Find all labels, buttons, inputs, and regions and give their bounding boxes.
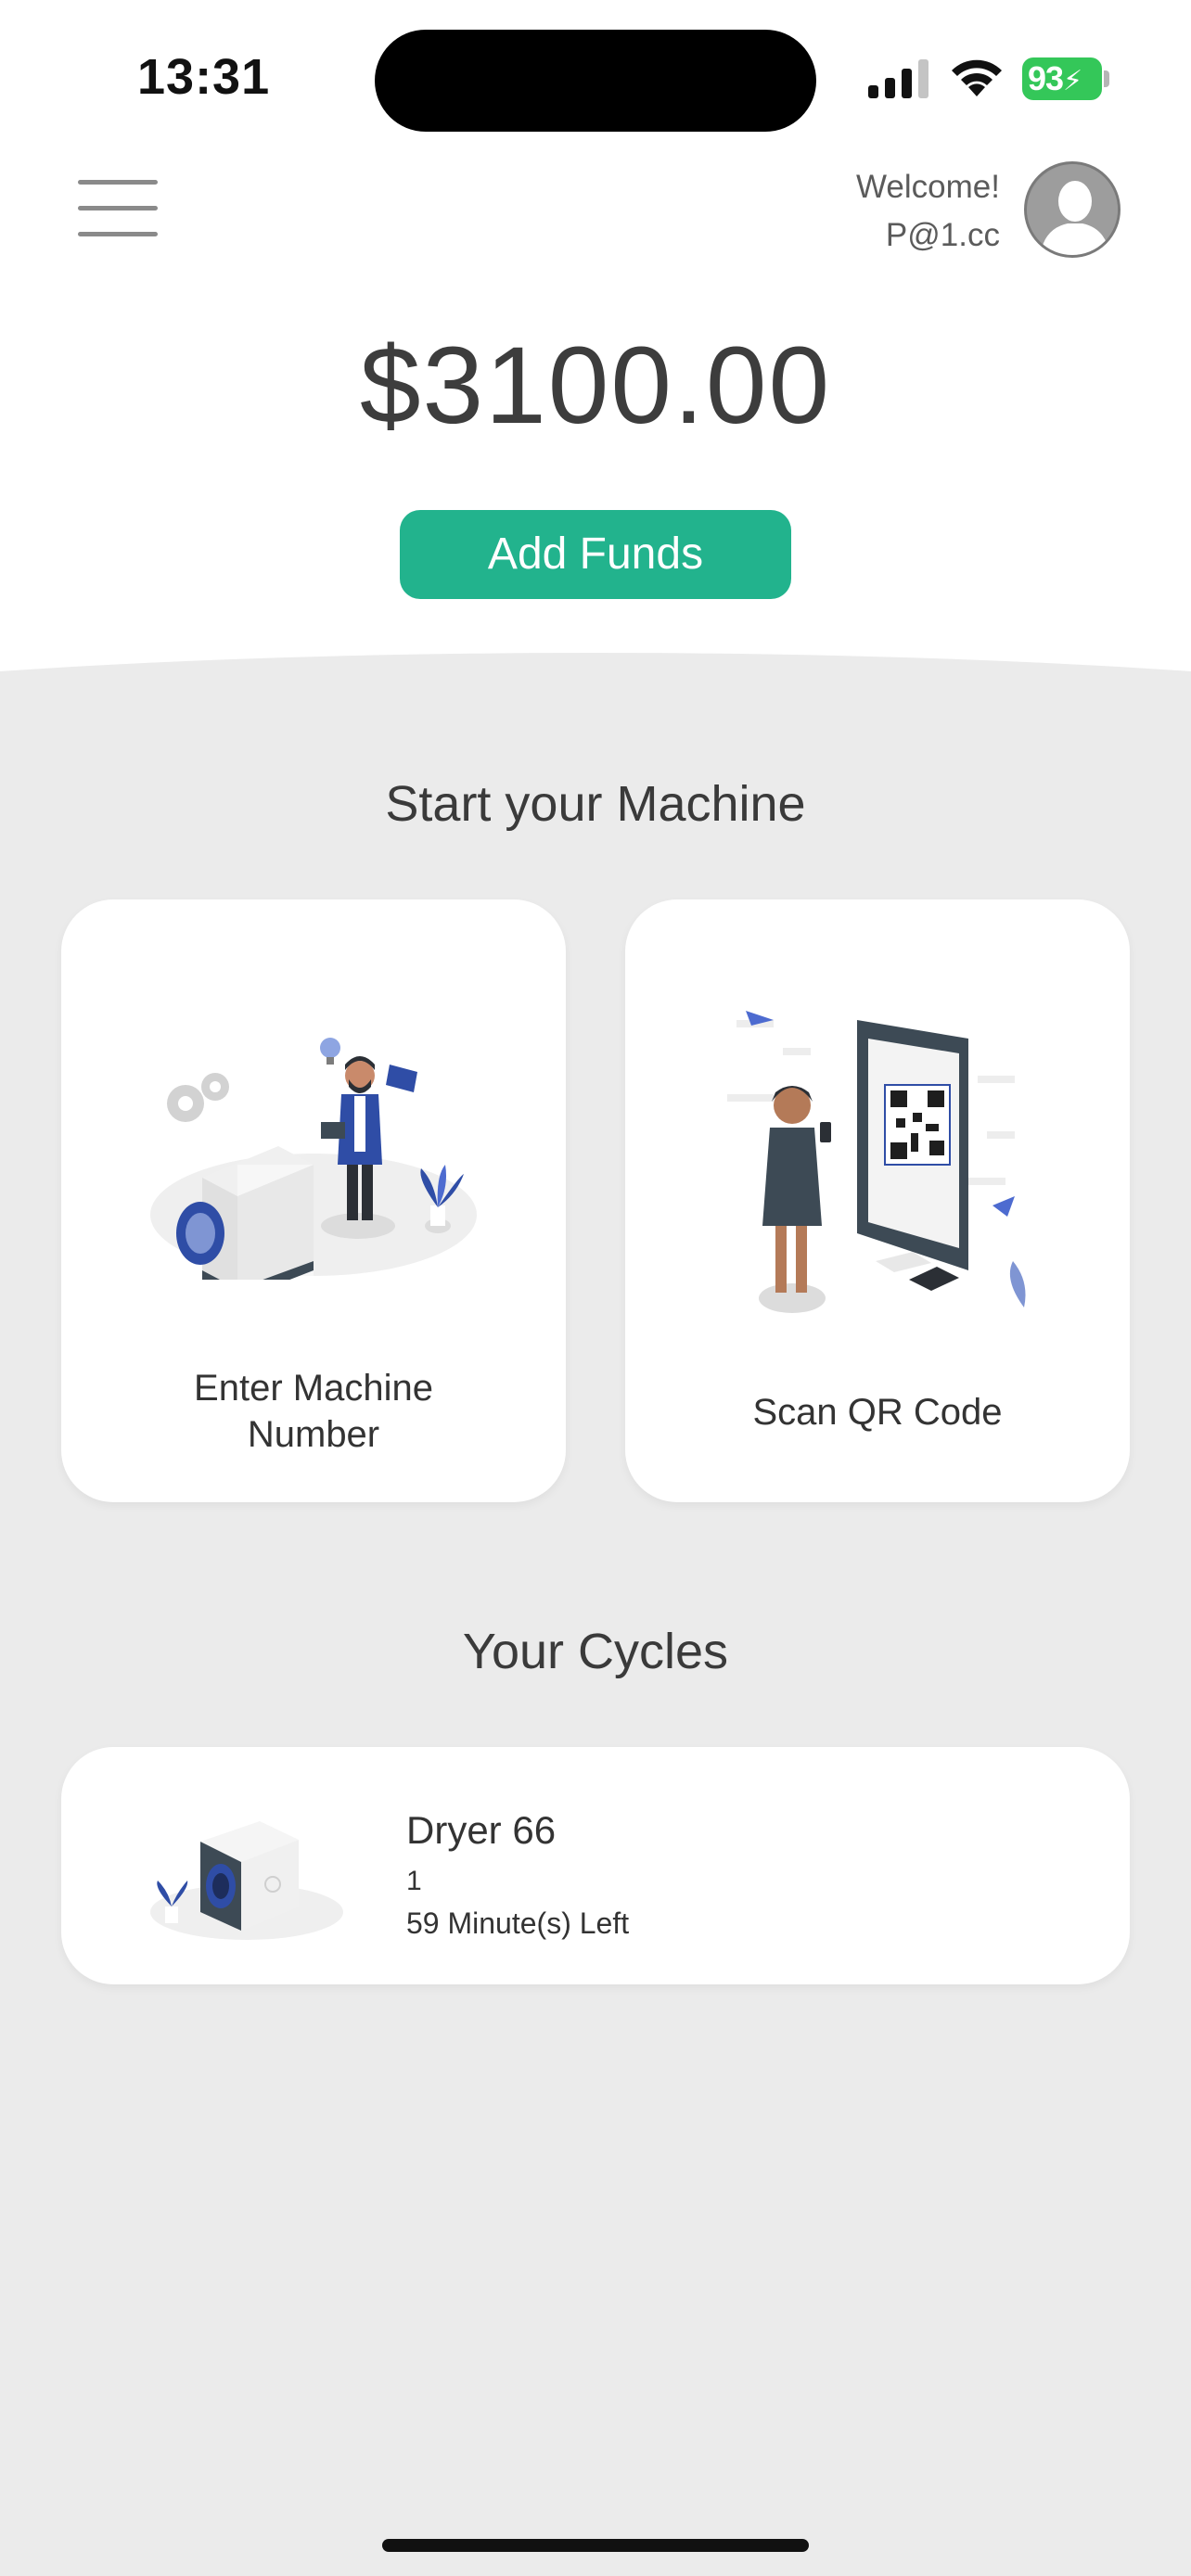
- hamburger-line: [78, 206, 158, 210]
- balance-amount: $3100.00: [359, 325, 832, 447]
- cycle-number: 1: [406, 1866, 422, 1896]
- qr-code-scan-illustration: [727, 1011, 1026, 1313]
- dryer-illustration: [150, 1821, 343, 1940]
- start-machine-title: Start your Machine: [385, 776, 806, 832]
- enter-machine-number-card[interactable]: Enter Machine Number: [61, 899, 566, 1502]
- enter-machine-number-label-line1: Enter Machine: [194, 1368, 433, 1409]
- status-time: 13:31: [137, 49, 271, 105]
- hamburger-menu-icon: [78, 180, 158, 185]
- status-bar: 13:31 93⚡: [0, 0, 1191, 148]
- enter-machine-number-label-line2: Number: [247, 1414, 380, 1455]
- signal-icon: [868, 59, 928, 98]
- battery-level: 93⚡: [1022, 57, 1102, 100]
- your-cycles-title: Your Cycles: [462, 1624, 729, 1679]
- scan-qr-code-label: Scan QR Code: [752, 1392, 1003, 1433]
- cycle-time-left: 59 Minute(s) Left: [406, 1906, 630, 1940]
- battery-percent: 93: [1028, 59, 1064, 97]
- dynamic-island: [375, 30, 816, 132]
- menu-button[interactable]: [78, 180, 160, 239]
- wifi-icon: [952, 59, 1002, 96]
- user-avatar-icon[interactable]: [1024, 161, 1121, 258]
- username: P@1.cc: [885, 217, 1000, 253]
- battery-charging-icon: 93⚡: [1022, 57, 1109, 100]
- battery-tip: [1104, 70, 1109, 87]
- welcome-block: Welcome! P@1.cc: [856, 163, 1000, 260]
- cycle-machine-name: Dryer 66: [406, 1808, 557, 1852]
- scan-qr-code-card[interactable]: Scan QR Code: [625, 899, 1130, 1502]
- machine-section: Start your Machine Enter Machine Number …: [0, 653, 1191, 2576]
- welcome-text: Welcome!: [856, 169, 1000, 205]
- home-indicator: [382, 2539, 809, 2552]
- washing-machine-illustration: [150, 1038, 477, 1280]
- hamburger-line: [78, 232, 158, 236]
- add-funds-button[interactable]: Add Funds: [400, 510, 791, 599]
- cycle-card[interactable]: Dryer 66 1 59 Minute(s) Left: [61, 1747, 1130, 1984]
